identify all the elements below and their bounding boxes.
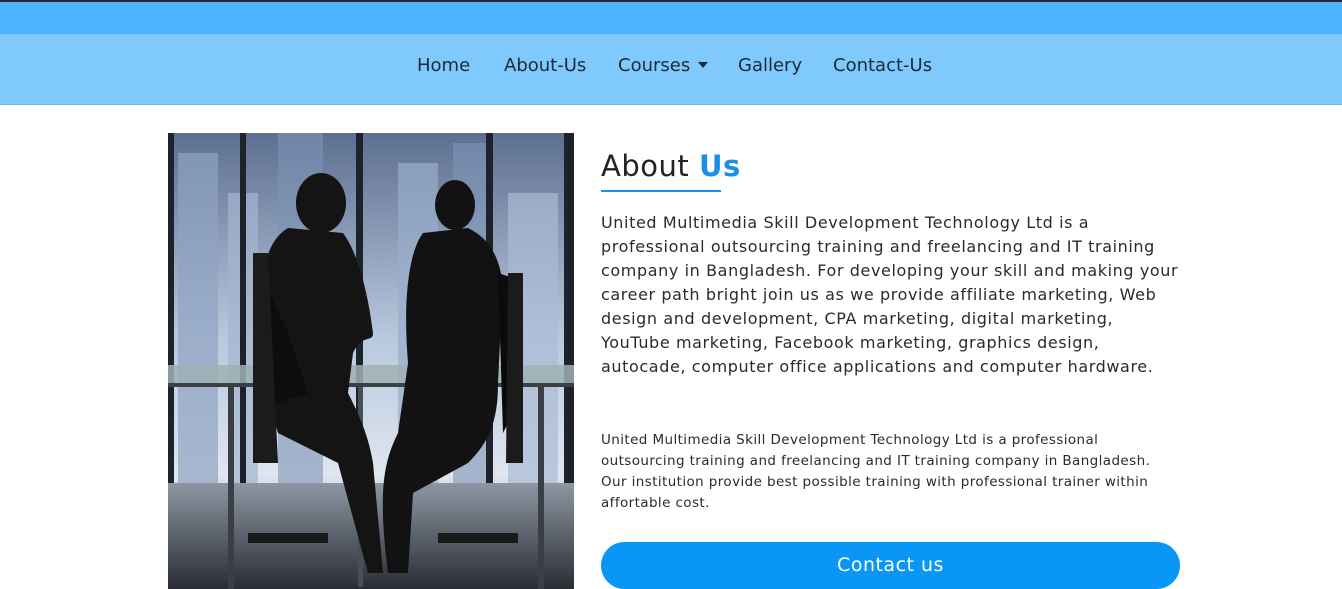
about-paragraph-main: United Multimedia Skill Development Tech…	[601, 213, 1179, 376]
nav-home[interactable]: Home	[417, 53, 470, 79]
nav-courses-label: Courses	[618, 55, 691, 76]
about-heading: About Us	[601, 146, 741, 186]
nav-gallery[interactable]: Gallery	[738, 53, 802, 79]
top-strip	[0, 0, 1342, 34]
nav-courses[interactable]: Courses	[618, 53, 708, 79]
about-paragraph-secondary: United Multimedia Skill Development Tech…	[601, 432, 1151, 511]
contact-us-button[interactable]: Contact us	[601, 542, 1180, 589]
nav-about-us[interactable]: About-Us	[504, 53, 586, 79]
caret-down-icon	[697, 61, 708, 68]
navbar: Home About-Us Courses Gallery Contact-Us	[0, 34, 1342, 105]
nav-contact-us[interactable]: Contact-Us	[833, 53, 932, 79]
about-heading-accent: Us	[698, 149, 741, 183]
about-heading-text: About	[601, 149, 690, 183]
heading-underline	[601, 190, 721, 192]
about-photo	[168, 133, 574, 589]
